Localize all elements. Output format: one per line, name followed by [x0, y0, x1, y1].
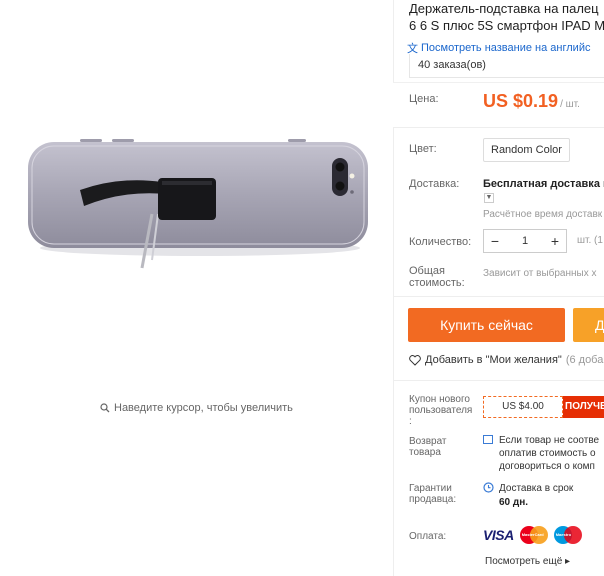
returns-text-line-2: оплатив стоимость о — [499, 448, 596, 459]
product-image[interactable] — [20, 120, 375, 270]
payment-methods: VISA MasterCard Maestro — [483, 526, 582, 544]
separator — [393, 127, 604, 128]
mastercard-icon: MasterCard — [519, 526, 548, 544]
price-unit: / шт. — [560, 99, 580, 110]
orders-count: 40 заказа(ов) — [409, 54, 604, 78]
see-more-text: Посмотреть ещё — [485, 556, 563, 567]
coupon-label-line-3: : — [409, 416, 412, 427]
color-option-random[interactable]: Random Color — [483, 138, 570, 162]
color-label: Цвет: — [409, 143, 437, 155]
phone-with-finger-holder-image — [28, 139, 368, 269]
heart-icon — [409, 354, 421, 366]
price-label: Цена: — [409, 93, 439, 105]
returns-text-line-1: Если товар не соотве — [499, 435, 600, 446]
visa-icon: VISA — [483, 527, 514, 543]
mastercard-text: MasterCard — [521, 532, 544, 537]
separator — [393, 296, 604, 297]
quantity-stepper: − 1 + — [483, 229, 567, 253]
seller-guarantee-text: Доставка в срок 60 дн. — [499, 482, 573, 510]
zoom-hint-text: Наведите курсор, чтобы увеличить — [114, 402, 293, 414]
price-value: US $0.19/ шт. — [483, 91, 580, 112]
buy-now-button[interactable]: Купить сейчас — [408, 308, 565, 342]
total-value: Зависит от выбранных х — [483, 268, 597, 279]
return-policy-icon — [483, 435, 493, 444]
product-title: Держатель-подставка на палец 6 6 S плюс … — [409, 0, 604, 34]
new-user-coupon-label: Купон нового пользователя : — [409, 394, 472, 427]
shipping-label: Доставка: — [409, 178, 460, 190]
quantity-unit: шт. (1 — [577, 235, 603, 246]
magnifier-icon — [100, 403, 110, 413]
returns-policy-text: Если товар не соотве оплатив стоимость о… — [499, 434, 599, 473]
add-to-cart-button[interactable]: Д — [573, 308, 604, 342]
quantity-increase-button[interactable]: + — [544, 233, 566, 249]
seller-guarantee-label: Гарантии продавца: — [409, 483, 456, 505]
product-gallery: Наведите курсор, чтобы увеличить — [0, 0, 393, 576]
price-amount: US $0.19 — [483, 91, 559, 111]
quantity-input[interactable]: 1 — [506, 235, 544, 247]
chevron-right-icon: ▸ — [565, 556, 571, 567]
translate-title-text: Посмотреть название на английс — [421, 42, 591, 54]
separator — [393, 380, 604, 381]
coupon-amount: US $4.00 — [483, 396, 563, 418]
returns-label-line-2: товара — [409, 447, 441, 458]
on-time-delivery-icon — [483, 482, 494, 493]
zoom-hint: Наведите курсор, чтобы увеличить — [100, 402, 293, 414]
product-info-panel: Держатель-подставка на палец 6 6 S плюс … — [393, 0, 604, 576]
wishlist-label: Добавить в "Мои желания" — [425, 354, 562, 366]
product-title-line-2: 6 6 S плюс 5S смартфон IPAD MP — [409, 18, 604, 33]
get-coupon-button[interactable]: ПОЛУЧЕ — [563, 396, 604, 418]
returns-label: Возврат товара — [409, 436, 447, 458]
total-label-line-2: стоимость: — [409, 277, 465, 289]
returns-label-line-1: Возврат — [409, 436, 447, 447]
maestro-text: Maestro — [555, 532, 572, 537]
payment-label: Оплата: — [409, 531, 447, 542]
guarantee-label-line-1: Гарантии — [409, 483, 452, 494]
shipping-estimate: Расчётное время доставк — [483, 209, 603, 220]
total-label: Общая стоимость: — [409, 265, 465, 289]
coupon-label-line-2: пользователя — [409, 405, 473, 416]
maestro-icon: Maestro — [553, 526, 582, 544]
guarantee-text-line-1: Доставка в срок — [499, 483, 574, 494]
guarantee-label-line-2: продавца: — [409, 494, 457, 505]
returns-text-line-3: договориться о комп — [499, 461, 595, 472]
coupon-label-line-1: Купон нового — [409, 394, 470, 405]
total-label-line-1: Общая — [409, 265, 445, 277]
wishlist-count: (6 доба — [565, 354, 604, 366]
chevron-down-icon[interactable]: ▼ — [484, 193, 494, 203]
guarantee-days: 60 дн. — [499, 497, 529, 508]
shipping-method[interactable]: Бесплатная доставка в — [483, 178, 604, 190]
quantity-decrease-button[interactable]: − — [484, 233, 506, 249]
add-to-wishlist-link[interactable]: Добавить в "Мои желания" (6 доба — [409, 354, 603, 366]
product-title-line-1: Держатель-подставка на палец — [409, 1, 599, 16]
quantity-label: Количество: — [409, 236, 472, 248]
see-more-payment-link[interactable]: Посмотреть ещё ▸ — [485, 556, 570, 567]
